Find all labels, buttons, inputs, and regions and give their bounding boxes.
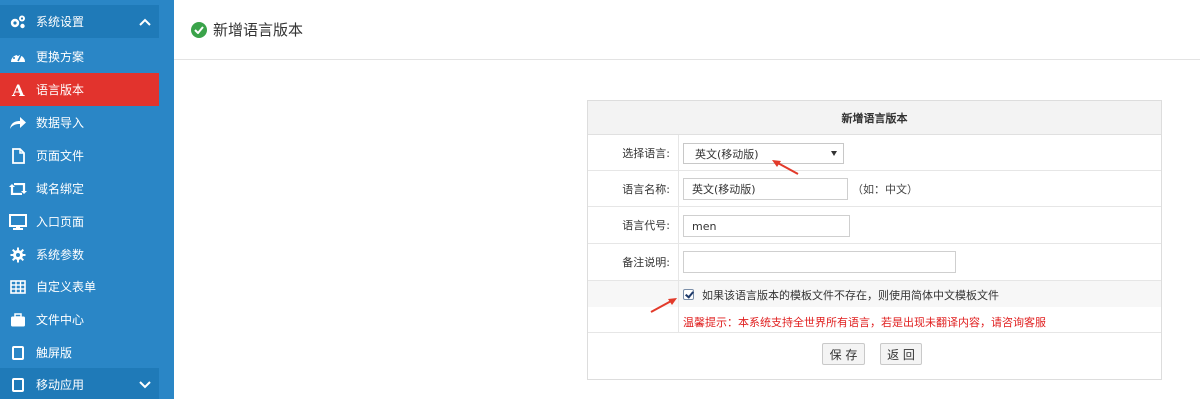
sidebar-item-page-files[interactable]: 页面文件 [0, 139, 159, 172]
name-input-value: 英文(移动版) [692, 183, 756, 196]
sidebar-item-label: 域名绑定 [36, 182, 85, 196]
tablet-icon [0, 377, 36, 392]
sidebar-item-change-theme[interactable]: 更换方案 [0, 40, 159, 73]
sidebar-strip [159, 0, 174, 399]
name-hint: （如：中文） [852, 183, 918, 196]
language-form: 新增语言版本 选择语言: 英文(移动版) 语言名称: 英文(移动版) （如：中文… [587, 100, 1162, 380]
page-header: 新增语言版本 [174, 0, 1200, 60]
gear-icon [0, 247, 36, 263]
sidebar-item-file-center[interactable]: 文件中心 [0, 303, 159, 336]
gears-icon [0, 14, 36, 30]
sidebar-item-label: 系统参数 [36, 248, 85, 262]
chevron-up-icon[interactable] [131, 18, 159, 26]
sidebar-item-label: 系统设置 [36, 15, 85, 29]
form-row-buttons: 保 存 返 回 [588, 333, 1161, 379]
sidebar-item-label: 页面文件 [36, 149, 85, 163]
sidebar-item-label: 触屏版 [36, 346, 73, 360]
monitor-icon [0, 213, 36, 230]
sidebar-item-label: 数据导入 [36, 116, 85, 130]
note-label: 备注说明: [588, 244, 679, 280]
sidebar-item-label: 入口页面 [36, 215, 85, 229]
sidebar-item-touch-screen[interactable]: 触屏版 [0, 336, 159, 369]
chevron-down-icon[interactable] [131, 380, 159, 389]
language-select[interactable]: 英文(移动版) [683, 143, 844, 164]
warning-text: 温馨提示：本系统支持全世界所有语言，若是出现未翻译内容，请咨询客服 [683, 316, 1046, 329]
page-title: 新增语言版本 [213, 21, 304, 39]
note-input[interactable] [683, 251, 956, 273]
save-button[interactable]: 保 存 [822, 343, 865, 365]
back-button[interactable]: 返 回 [880, 343, 922, 365]
sidebar-item-label: 更换方案 [36, 50, 85, 64]
fallback-checkbox[interactable] [683, 289, 694, 300]
sidebar-item-custom-form[interactable]: 自定义表单 [0, 270, 159, 303]
fallback-checkbox-label: 如果该语言版本的模板文件不存在，则使用简体中文模板文件 [702, 289, 999, 302]
name-label: 语言名称: [588, 171, 679, 206]
language-label: 选择语言: [588, 135, 679, 170]
form-row-name: 语言名称: 英文(移动版) （如：中文） [588, 171, 1161, 207]
caret-down-icon [831, 151, 837, 156]
code-label: 语言代号: [588, 207, 679, 243]
name-input[interactable]: 英文(移动版) [683, 178, 848, 200]
sidebar-item-system-params[interactable]: 系统参数 [0, 238, 159, 271]
annotation-arrow-icon [772, 160, 799, 175]
sidebar-item-language-version[interactable]: A 语言版本 [0, 73, 159, 106]
sidebar: 系统设置 更换方案 A 语言版本 数据导入 页面文件 域名绑定 入口页面 系统参… [0, 0, 174, 399]
table-icon [0, 279, 36, 294]
app-window: 系统设置 更换方案 A 语言版本 数据导入 页面文件 域名绑定 入口页面 系统参… [0, 0, 1200, 399]
sidebar-item-system-settings[interactable]: 系统设置 [0, 5, 159, 38]
sidebar-item-entry-page[interactable]: 入口页面 [0, 205, 159, 238]
svg-text:A: A [11, 82, 25, 98]
code-input[interactable]: men [683, 215, 850, 237]
form-row-code: 语言代号: men [588, 207, 1161, 244]
sidebar-item-label: 语言版本 [36, 83, 85, 97]
file-icon [0, 147, 36, 164]
sidebar-item-domain-binding[interactable]: 域名绑定 [0, 172, 159, 205]
sidebar-item-data-import[interactable]: 数据导入 [0, 106, 159, 139]
font-a-icon: A [0, 82, 36, 98]
code-input-value: men [692, 219, 717, 233]
language-select-value: 英文(移动版) [695, 147, 759, 161]
tablet-icon [0, 345, 36, 360]
share-arrow-icon [0, 116, 36, 130]
sidebar-item-label: 自定义表单 [36, 280, 97, 294]
dashboard-icon [0, 50, 36, 64]
form-row-language: 选择语言: 英文(移动版) [588, 135, 1161, 171]
form-title: 新增语言版本 [588, 101, 1161, 135]
sidebar-item-label: 文件中心 [36, 313, 85, 327]
form-row-note: 备注说明: [588, 244, 1161, 281]
sidebar-item-mobile-apps[interactable]: 移动应用 [0, 368, 159, 399]
retweet-icon [0, 182, 36, 195]
annotation-arrow-icon [650, 298, 677, 313]
check-circle-icon [191, 21, 207, 38]
sidebar-item-label: 移动应用 [36, 378, 85, 392]
briefcase-icon [0, 312, 36, 327]
